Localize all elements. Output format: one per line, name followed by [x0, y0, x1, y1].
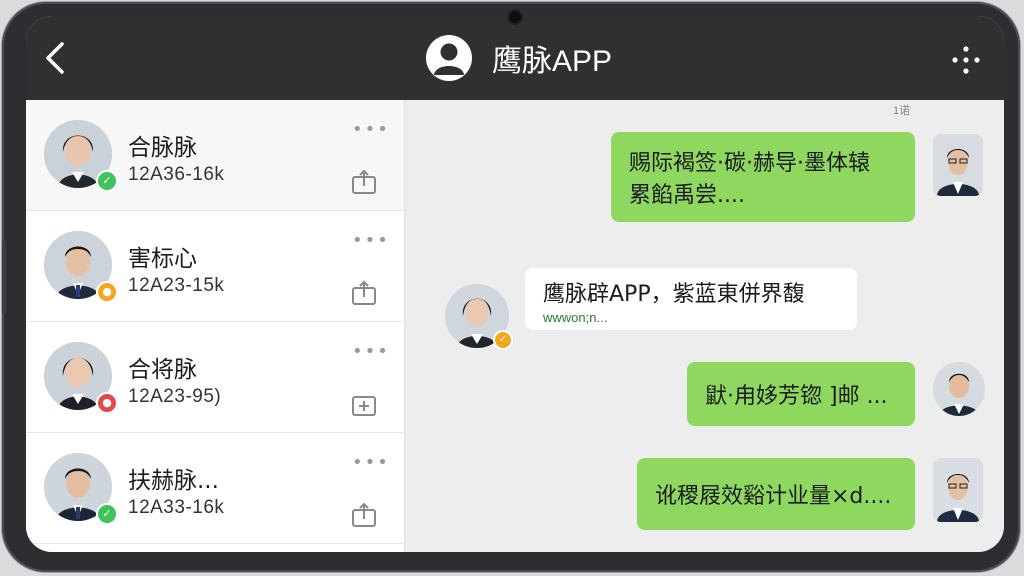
message-bubble-sent[interactable]: 鼣·甪姼芳锪 ]邮 ... — [687, 362, 915, 426]
avatar — [933, 362, 985, 416]
message-bubble-received[interactable]: 鹰脉辟APP，紫蓝東併界馥 wwwon;n... — [525, 268, 857, 330]
message-text: 赐际褐签·碳·赫导·墨体辕 — [629, 151, 870, 176]
add-folder-icon[interactable] — [350, 390, 378, 418]
back-button[interactable] — [40, 40, 70, 76]
message-text: 鼣·甪姼芳锪 ]邮 ... — [705, 384, 888, 409]
contact-more-button[interactable]: ••• — [352, 232, 390, 250]
message-text: 鹰脉辟APP，紫蓝東併界馥 — [543, 282, 805, 307]
upload-icon[interactable] — [350, 279, 378, 307]
more-button[interactable] — [948, 42, 984, 78]
contact-meta: 12A33-16k — [128, 497, 225, 518]
message-text: 讹稷屐效谿计业量×d.... — [655, 484, 892, 509]
contact-more-button[interactable]: ••• — [352, 121, 390, 139]
contact-item[interactable]: ✓ 合脉脉 12A36-16k ••• — [26, 100, 404, 211]
message-counter: 1诺 — [893, 105, 911, 117]
side-button — [2, 240, 6, 314]
avatar — [933, 134, 983, 196]
status-badge: ● — [96, 392, 118, 414]
more-dots-icon — [952, 46, 980, 74]
contact-name: 扶赫脉... — [128, 468, 219, 494]
contact-item[interactable]: ● 害标心 12A23-15k ••• — [26, 211, 404, 322]
upload-icon[interactable] — [350, 168, 378, 196]
page-title: 鹰脉APP — [492, 45, 613, 78]
message-link[interactable]: wwwon;n... — [543, 310, 607, 325]
contact-name: 害标心 — [128, 246, 197, 272]
contact-item[interactable]: ● 合将脉 12A23-95) ••• — [26, 322, 404, 433]
phone-frame: 鹰脉APP ✓ 合脉脉 12A36-16k ••• ● 害标心 12A23-15… — [2, 2, 1020, 572]
status-badge: ✓ — [96, 170, 118, 192]
contact-meta: 12A23-15k — [128, 275, 225, 296]
contact-meta: 12A36-16k — [128, 164, 225, 185]
front-camera — [509, 11, 521, 23]
contact-more-button[interactable]: ••• — [352, 343, 390, 361]
app-screen: 鹰脉APP ✓ 合脉脉 12A36-16k ••• ● 害标心 12A23-15… — [26, 16, 1004, 552]
status-badge: ✓ — [493, 330, 513, 350]
status-badge: ✓ — [96, 503, 118, 525]
message-text: 累餡禹尝.... — [629, 183, 745, 208]
message-bubble-sent[interactable]: 赐际褐签·碳·赫导·墨体辕 累餡禹尝.... — [611, 132, 915, 222]
message-bubble-sent[interactable]: 讹稷屐效谿计业量×d.... — [637, 458, 915, 530]
status-badge: ● — [96, 281, 118, 303]
contact-item[interactable]: ✓ 扶赫脉... 12A33-16k ••• — [26, 433, 404, 544]
avatar — [933, 458, 983, 522]
app-header: 鹰脉APP — [26, 16, 1004, 100]
contact-list: ✓ 合脉脉 12A36-16k ••• ● 害标心 12A23-15k ••• … — [26, 100, 405, 552]
upload-icon[interactable] — [350, 501, 378, 529]
contact-meta: 12A23-95) — [128, 386, 222, 407]
chevron-left-icon — [46, 42, 64, 74]
header-identity: 鹰脉APP — [426, 34, 612, 82]
user-avatar-icon[interactable] — [426, 35, 472, 81]
chat-pane: 1诺 赐际褐签·碳·赫导·墨体辕 累餡禹尝.... ✓ 鹰脉辟APP，紫蓝東併界… — [405, 100, 1004, 552]
contact-more-button[interactable]: ••• — [352, 454, 390, 472]
contact-name: 合将脉 — [128, 357, 197, 383]
contact-name: 合脉脉 — [128, 135, 197, 161]
